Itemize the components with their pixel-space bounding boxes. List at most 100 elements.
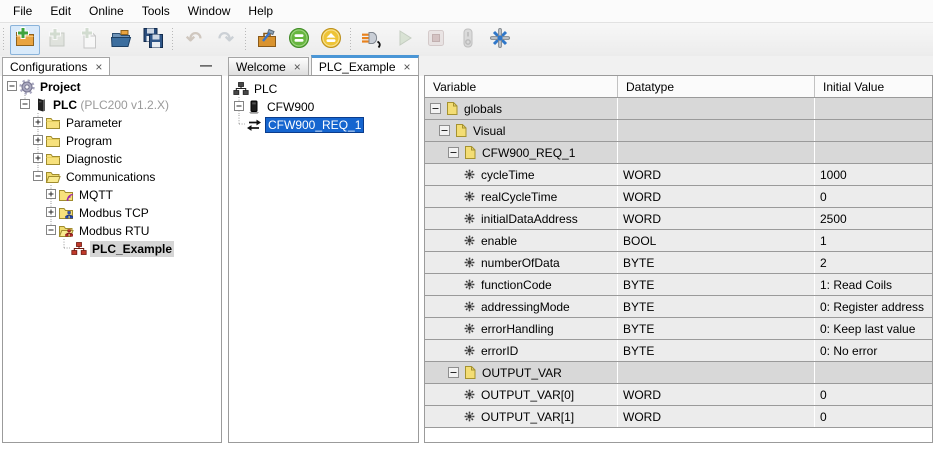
close-icon[interactable]: ×: [95, 62, 102, 72]
initial-value-cell[interactable]: 1: [815, 230, 932, 251]
initial-value-cell[interactable]: 0: [815, 406, 932, 427]
open-project-button[interactable]: [106, 25, 136, 55]
tree-item-label: PLC: [252, 81, 279, 97]
minimize-panel-icon[interactable]: —: [200, 58, 212, 72]
menu-help[interactable]: Help: [239, 1, 282, 21]
tree-item-cfw900[interactable]: CFW900: [232, 98, 418, 116]
build-button[interactable]: [252, 25, 282, 55]
connect-button[interactable]: [357, 25, 387, 55]
new-module-button[interactable]: [42, 25, 72, 55]
table-row-numberofdata[interactable]: numberOfDataBYTE2: [425, 252, 932, 274]
collapse-expander-icon[interactable]: [439, 125, 450, 136]
table-row-output-var[interactable]: OUTPUT_VAR: [425, 362, 932, 384]
tree-item-program[interactable]: Program: [5, 132, 221, 150]
initial-value-cell[interactable]: 0: Keep last value: [815, 318, 932, 339]
toolbar-grip[interactable]: [3, 28, 4, 52]
play-icon: [392, 26, 416, 53]
table-row-output-var-0-[interactable]: OUTPUT_VAR[0]WORD0: [425, 384, 932, 406]
run-button[interactable]: [389, 25, 419, 55]
yellow-circle-eject-icon: [319, 26, 343, 53]
column-header-initial-value[interactable]: Initial Value: [815, 76, 932, 97]
collapse-expander-icon[interactable]: [448, 147, 459, 158]
table-row-functioncode[interactable]: functionCodeBYTE1: Read Coils: [425, 274, 932, 296]
collapse-expander-icon[interactable]: [448, 367, 459, 378]
table-row-realcycletime[interactable]: realCycleTimeWORD0: [425, 186, 932, 208]
configurations-tree: ProjectPLC (PLC200 v1.2.X)ParameterProgr…: [5, 78, 221, 258]
tree-item-communications[interactable]: Communications: [5, 168, 221, 186]
toolbar-grip[interactable]: [245, 28, 246, 52]
column-header-datatype[interactable]: Datatype: [618, 76, 815, 97]
table-row-visual[interactable]: Visual: [425, 120, 932, 142]
table-row-enable[interactable]: enableBOOL1: [425, 230, 932, 252]
initial-value-cell[interactable]: 1000: [815, 164, 932, 185]
toolbar-grip[interactable]: [172, 28, 173, 52]
collapse-expander-icon[interactable]: [44, 221, 57, 242]
menu-file[interactable]: File: [4, 1, 41, 21]
tree-item-plc-example[interactable]: PLC_Example: [5, 240, 221, 258]
initial-value-cell[interactable]: 0: [815, 384, 932, 405]
tree-item-label: MQTT: [77, 187, 115, 203]
initial-value-cell[interactable]: 0: No error: [815, 340, 932, 361]
tab-welcome[interactable]: Welcome×: [228, 57, 309, 76]
table-row-cfw900-req-1[interactable]: CFW900_REQ_1: [425, 142, 932, 164]
variable-cell: functionCode: [425, 274, 618, 295]
redo-icon: ↷: [218, 30, 234, 49]
new-project-button[interactable]: [10, 25, 40, 55]
initial-value-cell[interactable]: [815, 98, 932, 119]
initial-value-cell[interactable]: 1: Read Coils: [815, 274, 932, 295]
table-row-output-var-1-[interactable]: OUTPUT_VAR[1]WORD0: [425, 406, 932, 428]
collapse-expander-icon[interactable]: [430, 103, 441, 114]
collapse-expander-icon[interactable]: [31, 167, 44, 188]
initial-value-cell[interactable]: [815, 362, 932, 383]
variable-cell: numberOfData: [425, 252, 618, 273]
tree-item-plc[interactable]: PLC: [232, 80, 418, 98]
close-icon[interactable]: ×: [294, 62, 301, 72]
tree-item-modbus-tcp[interactable]: Modbus TCP: [5, 204, 221, 222]
tab-plc-example[interactable]: PLC_Example×: [311, 55, 419, 76]
column-header-variable[interactable]: Variable: [425, 76, 618, 97]
upload-button[interactable]: [316, 25, 346, 55]
power-switch-button[interactable]: [453, 25, 483, 55]
menu-window[interactable]: Window: [179, 1, 240, 21]
initial-value-cell[interactable]: 0: Register address: [815, 296, 932, 317]
initial-value-cell[interactable]: [815, 142, 932, 163]
tab-configurations[interactable]: Configurations ×: [2, 57, 110, 76]
menu-online[interactable]: Online: [80, 1, 133, 21]
download-button[interactable]: [284, 25, 314, 55]
tree-item-cfw900-req-1[interactable]: CFW900_REQ_1: [232, 116, 418, 134]
initial-value-cell[interactable]: 2500: [815, 208, 932, 229]
initial-value-cell[interactable]: 0: [815, 186, 932, 207]
variable-cell: globals: [425, 98, 618, 119]
tree-item-diagnostic[interactable]: Diagnostic: [5, 150, 221, 168]
table-row-errorid[interactable]: errorIDBYTE0: No error: [425, 340, 932, 362]
datatype-cell: BYTE: [618, 318, 815, 339]
initial-value-cell[interactable]: [815, 120, 932, 141]
datatype-cell: BYTE: [618, 296, 815, 317]
tree-item-plc[interactable]: PLC (PLC200 v1.2.X): [5, 96, 221, 114]
tree-item-parameter[interactable]: Parameter: [5, 114, 221, 132]
toolbar-grip[interactable]: [350, 28, 351, 52]
table-row-initialdataaddress[interactable]: initialDataAddressWORD2500: [425, 208, 932, 230]
close-icon[interactable]: ×: [404, 62, 411, 72]
tree-item-project[interactable]: Project: [5, 78, 221, 96]
project-gear-icon: [18, 79, 35, 95]
menu-edit[interactable]: Edit: [41, 1, 80, 21]
tree-item-modbus-rtu[interactable]: Modbus RTU: [5, 222, 221, 240]
collapse-expander-icon[interactable]: [5, 77, 18, 98]
initial-value-cell[interactable]: 2: [815, 252, 932, 273]
table-row-addressingmode[interactable]: addressingModeBYTE0: Register address: [425, 296, 932, 318]
new-file-button[interactable]: [74, 25, 104, 55]
tree-item-mqtt[interactable]: MQTT: [5, 186, 221, 204]
io-jack-button[interactable]: [485, 25, 515, 55]
collapse-expander-icon[interactable]: [18, 95, 31, 116]
tree-connector: [57, 239, 70, 260]
redo-button[interactable]: ↷: [211, 25, 241, 55]
variable-name: enable: [481, 234, 517, 248]
undo-button[interactable]: ↶: [179, 25, 209, 55]
save-all-button[interactable]: [138, 25, 168, 55]
menu-tools[interactable]: Tools: [133, 1, 179, 21]
table-row-cycletime[interactable]: cycleTimeWORD1000: [425, 164, 932, 186]
stop-button[interactable]: [421, 25, 451, 55]
table-row-globals[interactable]: globals: [425, 98, 932, 120]
table-row-errorhandling[interactable]: errorHandlingBYTE0: Keep last value: [425, 318, 932, 340]
